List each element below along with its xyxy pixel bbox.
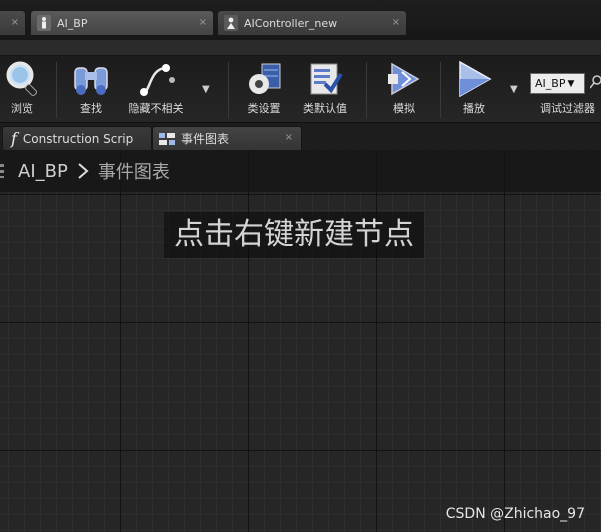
- magnifier-icon: [6, 61, 38, 97]
- gear-icon: [249, 63, 281, 94]
- doc-tab-previous[interactable]: ×: [0, 10, 26, 35]
- tab-event-graph[interactable]: 事件图表 ×: [152, 126, 302, 150]
- document-tab-bar: × AI_BP × AIController_new ×: [0, 0, 601, 40]
- simulate-button[interactable]: 模拟: [384, 60, 424, 120]
- toolbar-separator: [56, 62, 57, 118]
- close-icon[interactable]: ×: [392, 17, 400, 29]
- event-graph-canvas[interactable]: AI_BP 事件图表 点击右键新建节点 CSDN @Zhichao_97: [0, 150, 601, 532]
- hide-unrelated-button[interactable]: 隐藏不相关: [124, 60, 188, 120]
- class-defaults-button[interactable]: 类默认值: [298, 60, 352, 120]
- play-button[interactable]: 播放: [454, 60, 494, 120]
- close-icon[interactable]: ×: [199, 17, 207, 29]
- controller-icon: [224, 15, 238, 31]
- play-icon: [459, 60, 492, 98]
- play-dropdown[interactable]: ▼: [510, 84, 518, 95]
- toolbar-separator: [366, 62, 367, 118]
- find-button[interactable]: 查找: [68, 60, 114, 120]
- class-settings-button[interactable]: 类设置: [244, 60, 284, 120]
- hide-unrelated-dropdown[interactable]: ▼: [202, 84, 210, 95]
- graph-hint-text: 点击右键新建节点: [164, 212, 424, 258]
- breadcrumb-root[interactable]: AI_BP: [18, 161, 68, 182]
- debug-object-select[interactable]: AI_BP ▼: [530, 73, 585, 94]
- close-icon[interactable]: ×: [11, 17, 19, 29]
- watermark: CSDN @Zhichao_97: [445, 506, 585, 522]
- doc-tab-aicontroller[interactable]: AIController_new ×: [217, 10, 407, 35]
- graph-tab-bar: f Construction Scrip 事件图表 ×: [0, 122, 601, 150]
- breadcrumb: AI_BP 事件图表: [0, 150, 601, 192]
- blueprint-toolbar: 浏览 查找 隐藏不相关 ▼ 类设置 类默认值 模拟 播放 ▼: [0, 40, 601, 122]
- checklist-icon: [310, 63, 343, 95]
- toolbar-separator: [228, 62, 229, 118]
- event-graph-icon: [159, 132, 175, 145]
- function-icon: f: [11, 129, 17, 148]
- node-curve-icon: [140, 64, 175, 96]
- tab-construction-script[interactable]: f Construction Scrip: [2, 126, 152, 150]
- browse-button[interactable]: 浏览: [4, 60, 40, 120]
- search-icon[interactable]: [590, 75, 601, 89]
- chevron-right-icon: [78, 163, 89, 179]
- toolbar-separator: [440, 62, 441, 118]
- binoculars-icon: [74, 67, 108, 95]
- grip-icon: [0, 164, 4, 178]
- chevron-down-icon: ▼: [567, 78, 575, 89]
- simulate-icon: [388, 62, 420, 96]
- character-icon: [37, 15, 51, 31]
- close-icon[interactable]: ×: [285, 132, 293, 143]
- debug-filter-label: 调试过滤器: [540, 102, 595, 115]
- doc-tab-ai-bp[interactable]: AI_BP ×: [30, 10, 214, 35]
- toolbar-top-strip: [0, 40, 601, 56]
- breadcrumb-current: 事件图表: [97, 162, 170, 183]
